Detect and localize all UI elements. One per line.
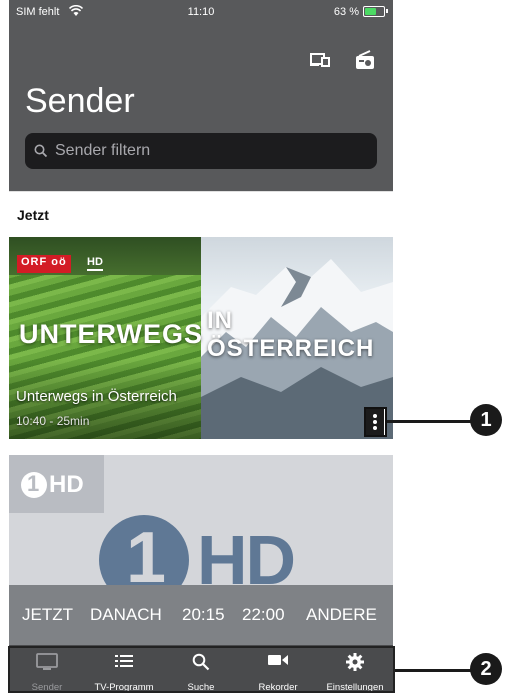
status-bar: SIM fehlt 11:10 63 % (9, 0, 393, 24)
time-filter-other[interactable]: ANDERE (306, 605, 377, 625)
battery-tip (386, 9, 388, 13)
search-input[interactable]: Sender filtern (25, 133, 377, 169)
hd-label: HD (87, 255, 103, 271)
callout-2: 2 (470, 653, 502, 685)
program-title-art-right: IN ÖSTERREICH (207, 307, 375, 362)
card-divider (9, 439, 393, 455)
section-label: Jetzt (17, 207, 49, 223)
show-time: 10:40 - 25min (16, 414, 90, 428)
search-placeholder: Sender filtern (55, 142, 151, 159)
callout-1: 1 (470, 404, 502, 436)
time-filter-bar: JETZT DANACH 20:15 22:00 ANDERE (9, 585, 393, 645)
program-title-art-left: UNTERWEGS (19, 319, 204, 349)
big-logo-hd: HD (197, 521, 296, 585)
time-filter-2200[interactable]: 22:00 (242, 605, 285, 625)
time-filter-now[interactable]: JETZT (22, 605, 73, 625)
cast-icon[interactable] (309, 50, 331, 70)
show-title: Unterwegs in Österreich (16, 388, 177, 405)
callout-frame-more-button (364, 407, 387, 437)
section-header: Jetzt (9, 191, 393, 238)
callout-line-2 (395, 669, 471, 672)
channel-card-das-erste[interactable]: 1 HD 1 HD (9, 455, 393, 585)
search-icon (34, 144, 48, 158)
battery-icon (363, 6, 385, 17)
big-logo-one: 1 (126, 518, 167, 585)
time-filter-next[interactable]: DANACH (90, 605, 162, 625)
orf-logo: ORF oö (17, 255, 71, 273)
page-title: Sender (25, 82, 135, 120)
callout-line-1 (387, 420, 471, 423)
time-filter-2015[interactable]: 20:15 (182, 605, 225, 625)
app-screen: SIM fehlt 11:10 63 % Sender Sender filte… (9, 0, 393, 693)
callout-frame-tab-bar (8, 646, 395, 693)
channel-logo-badge: 1 HD (9, 455, 104, 513)
radio-icon[interactable] (354, 50, 376, 70)
battery-percent: 63 % (333, 6, 359, 18)
header: SIM fehlt 11:10 63 % Sender Sender filte… (9, 0, 393, 191)
channel-card-orf[interactable]: ORF oö HD UNTERWEGS IN ÖSTERREICH Unterw… (9, 237, 393, 439)
